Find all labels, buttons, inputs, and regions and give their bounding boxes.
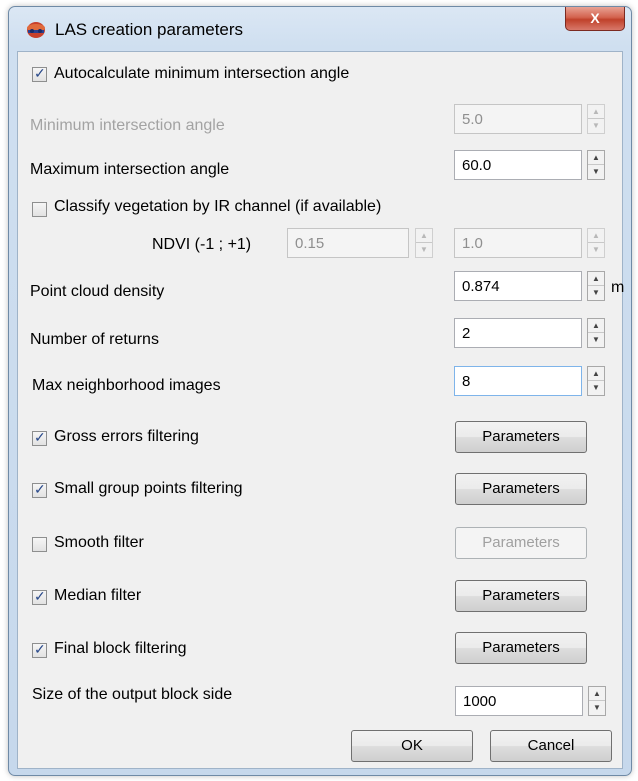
- cancel-button[interactable]: Cancel: [490, 730, 612, 762]
- min-angle-value: 5.0: [462, 111, 483, 128]
- max-angle-value: 60.0: [462, 157, 492, 174]
- median-filter-label: Median filter: [54, 587, 142, 604]
- ndvi-max-value: 1.0: [462, 235, 483, 252]
- app-globe-icon: [27, 22, 45, 38]
- close-icon: X: [590, 10, 600, 26]
- ndvi-max-spinner[interactable]: ▲ ▼: [587, 228, 605, 258]
- ndvi-min-value: 0.15: [295, 235, 325, 252]
- final-block-parameters-button[interactable]: Parameters: [455, 632, 587, 664]
- max-angle-spinner[interactable]: ▲ ▼: [587, 150, 605, 180]
- block-side-input[interactable]: 1000: [455, 686, 583, 716]
- spin-down-icon[interactable]: ▼: [588, 119, 604, 133]
- spin-up-icon[interactable]: ▲: [588, 319, 604, 333]
- returns-value: 2: [462, 325, 471, 342]
- neighborhood-spinner[interactable]: ▲ ▼: [587, 366, 605, 396]
- spin-down-icon[interactable]: ▼: [588, 243, 604, 257]
- final-block-checkbox[interactable]: ✓: [32, 641, 47, 658]
- auto-angle-checkbox[interactable]: ✓: [32, 65, 47, 82]
- density-input[interactable]: 0.874: [454, 271, 582, 301]
- max-angle-input[interactable]: 60.0: [454, 150, 582, 180]
- check-icon: ✓: [34, 65, 46, 81]
- spin-up-icon[interactable]: ▲: [588, 229, 604, 243]
- density-value: 0.874: [462, 278, 500, 295]
- density-label: Point cloud density: [30, 283, 165, 300]
- ndvi-label: NDVI (-1 ; +1): [152, 236, 252, 253]
- spin-up-icon[interactable]: ▲: [588, 367, 604, 381]
- check-icon: ✓: [34, 481, 46, 497]
- neighborhood-value: 8: [462, 373, 471, 390]
- max-angle-label: Maximum intersection angle: [30, 161, 230, 178]
- title-bar[interactable]: LAS creation parameters X: [9, 7, 631, 51]
- spin-down-icon[interactable]: ▼: [588, 333, 604, 347]
- median-filter-checkbox[interactable]: ✓: [32, 588, 47, 605]
- window-title: LAS creation parameters: [55, 20, 244, 39]
- min-angle-label: Minimum intersection angle: [30, 117, 225, 134]
- returns-spinner[interactable]: ▲ ▼: [587, 318, 605, 348]
- returns-input[interactable]: 2: [454, 318, 582, 348]
- check-icon: ✓: [34, 588, 46, 604]
- dialog-body: ✓ Autocalculate minimum intersection ang…: [17, 51, 625, 769]
- min-angle-spinner[interactable]: ▲ ▼: [587, 104, 605, 134]
- density-spinner[interactable]: ▲ ▼: [587, 271, 605, 301]
- spin-up-icon[interactable]: ▲: [589, 687, 605, 701]
- spin-down-icon[interactable]: ▼: [588, 286, 604, 300]
- returns-label: Number of returns: [30, 331, 159, 348]
- final-block-label: Final block filtering: [54, 640, 187, 657]
- block-side-label: Size of the output block side: [32, 686, 233, 703]
- neighborhood-input[interactable]: 8: [454, 366, 582, 396]
- classify-ir-checkbox[interactable]: [32, 202, 47, 217]
- auto-angle-label: Autocalculate minimum intersection angle: [54, 65, 350, 82]
- smooth-filter-checkbox[interactable]: [32, 537, 47, 552]
- ndvi-min-input[interactable]: 0.15: [287, 228, 409, 258]
- ok-button[interactable]: OK: [351, 730, 473, 762]
- neighborhood-label: Max neighborhood images: [32, 377, 221, 394]
- dialog-window: LAS creation parameters X ✓ Autocalculat…: [8, 6, 632, 776]
- gross-errors-label: Gross errors filtering: [54, 428, 199, 445]
- spin-up-icon[interactable]: ▲: [588, 105, 604, 119]
- small-group-label: Small group points filtering: [54, 480, 243, 497]
- check-icon: ✓: [34, 429, 46, 445]
- spin-down-icon[interactable]: ▼: [589, 701, 605, 715]
- block-side-spinner[interactable]: ▲ ▼: [588, 686, 606, 716]
- smooth-filter-label: Smooth filter: [54, 534, 144, 551]
- spin-down-icon[interactable]: ▼: [416, 243, 432, 257]
- spin-up-icon[interactable]: ▲: [416, 229, 432, 243]
- density-unit: m: [611, 279, 625, 296]
- spin-down-icon[interactable]: ▼: [588, 381, 604, 395]
- small-group-checkbox[interactable]: ✓: [32, 481, 47, 498]
- min-angle-input[interactable]: 5.0: [454, 104, 582, 134]
- close-button[interactable]: X: [565, 7, 625, 31]
- spin-up-icon[interactable]: ▲: [588, 151, 604, 165]
- gross-errors-checkbox[interactable]: ✓: [32, 429, 47, 446]
- ndvi-min-spinner[interactable]: ▲ ▼: [415, 228, 433, 258]
- classify-ir-label: Classify vegetation by IR channel (if av…: [54, 198, 382, 215]
- spin-down-icon[interactable]: ▼: [588, 165, 604, 179]
- block-side-value: 1000: [463, 693, 497, 710]
- median-parameters-button[interactable]: Parameters: [455, 580, 587, 612]
- gross-errors-parameters-button[interactable]: Parameters: [455, 421, 587, 453]
- ndvi-max-input[interactable]: 1.0: [454, 228, 582, 258]
- check-icon: ✓: [34, 641, 46, 657]
- smooth-parameters-button[interactable]: Parameters: [455, 527, 587, 559]
- small-group-parameters-button[interactable]: Parameters: [455, 473, 587, 505]
- spin-up-icon[interactable]: ▲: [588, 272, 604, 286]
